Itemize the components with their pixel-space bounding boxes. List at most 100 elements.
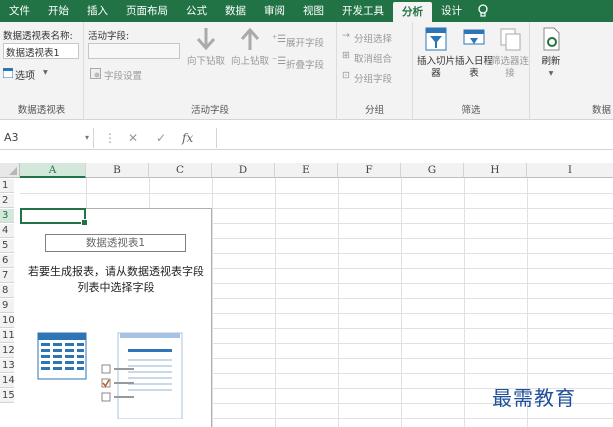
column-header-h[interactable]: H bbox=[464, 163, 527, 178]
watermark-text: 最需教育 bbox=[492, 386, 576, 410]
ungroup-icon: ⊞ bbox=[342, 50, 350, 61]
active-field-input[interactable] bbox=[88, 43, 180, 59]
column-header-e[interactable]: E bbox=[275, 163, 338, 178]
ungroup-label: 取消组合 bbox=[354, 54, 393, 65]
tab-formulas[interactable]: 公式 bbox=[177, 0, 216, 22]
refresh-dropdown-icon: ▾ bbox=[548, 68, 554, 79]
group-filter: 插入切片器 插入日程表 筛选器连接 筛选 bbox=[413, 22, 530, 120]
insert-slicer-label: 插入切片器 bbox=[416, 56, 455, 79]
field-settings-label: 字段设置 bbox=[104, 71, 143, 82]
group-label-pivottable: 数据透视表 bbox=[17, 105, 66, 116]
cancel-icon[interactable]: ✕ bbox=[128, 128, 138, 148]
row-header-4[interactable]: 4 bbox=[0, 224, 14, 238]
drill-down-button[interactable]: 向下钻取 bbox=[186, 26, 226, 68]
collapse-field-icon: ⁻☰ bbox=[272, 56, 287, 67]
tab-insert[interactable]: 插入 bbox=[78, 0, 117, 22]
tab-data[interactable]: 数据 bbox=[216, 0, 255, 22]
ribbon-tab-bar: 文件 开始 插入 页面布局 公式 数据 审阅 视图 开发工具 分析 设计 bbox=[0, 0, 613, 22]
row-header-12[interactable]: 12 bbox=[0, 344, 15, 358]
column-header-c[interactable]: C bbox=[149, 163, 212, 178]
row-header-8[interactable]: 8 bbox=[0, 284, 14, 298]
pivot-name-label: 数据透视表名称: bbox=[3, 31, 73, 42]
refresh-button[interactable]: 刷新 ▾ bbox=[534, 26, 568, 80]
pivottable-illustration-icon bbox=[37, 332, 183, 419]
formula-input[interactable] bbox=[216, 128, 613, 148]
formula-bar-grip-icon: ⋮ bbox=[104, 131, 116, 145]
insert-timeline-button[interactable]: 插入日程表 bbox=[454, 26, 494, 80]
options-dropdown-icon: ▾ bbox=[43, 67, 48, 78]
name-box-dropdown-icon[interactable]: ▾ bbox=[85, 128, 89, 148]
enter-icon[interactable]: ✓ bbox=[156, 128, 166, 148]
drill-down-label: 向下钻取 bbox=[186, 56, 225, 67]
group-field-button[interactable]: ⊡ 分组字段 bbox=[342, 70, 412, 85]
column-header-d[interactable]: D bbox=[212, 163, 275, 178]
collapse-field-label: 折叠字段 bbox=[286, 60, 325, 71]
lightbulb-icon[interactable] bbox=[477, 4, 489, 18]
expand-field-label: 展开字段 bbox=[286, 38, 325, 49]
group-label-active-field: 活动字段 bbox=[190, 105, 229, 116]
group-data: 刷新 ▾ 数据 bbox=[530, 22, 613, 120]
group-selection-button[interactable]: → 分组选择 bbox=[342, 30, 412, 45]
group-label-filter: 筛选 bbox=[461, 105, 481, 116]
tab-analyze[interactable]: 分析 bbox=[393, 2, 432, 22]
expand-field-button[interactable]: ⁺☰ 展开字段 bbox=[272, 34, 336, 49]
tab-view[interactable]: 视图 bbox=[294, 0, 333, 22]
tab-design[interactable]: 设计 bbox=[432, 0, 471, 22]
pivottable-instructions: 若要生成报表，请从数据透视表字段列表中选择字段 bbox=[28, 265, 204, 294]
group-selection-icon: → bbox=[342, 30, 350, 41]
insert-slicer-button[interactable]: 插入切片器 bbox=[416, 26, 456, 80]
row-header-13[interactable]: 13 bbox=[0, 359, 15, 373]
timeline-icon bbox=[463, 29, 485, 45]
filter-connections-icon bbox=[500, 28, 521, 51]
column-header-g[interactable]: G bbox=[401, 163, 464, 178]
filter-connections-button[interactable]: 筛选器连接 bbox=[491, 26, 529, 80]
insert-timeline-label: 插入日程表 bbox=[454, 56, 493, 79]
group-field-icon: ⊡ bbox=[342, 70, 350, 81]
pivottable-placeholder[interactable]: 数据透视表1 若要生成报表，请从数据透视表字段列表中选择字段 bbox=[20, 208, 212, 427]
row-header-3[interactable]: 3 bbox=[0, 209, 14, 223]
pivottable-title: 数据透视表1 bbox=[45, 234, 186, 252]
tab-developer[interactable]: 开发工具 bbox=[333, 0, 393, 22]
tab-home[interactable]: 开始 bbox=[39, 0, 78, 22]
row-header-14[interactable]: 14 bbox=[0, 374, 15, 388]
row-header-11[interactable]: 11 bbox=[0, 329, 15, 343]
row-header-6[interactable]: 6 bbox=[0, 254, 14, 268]
options-button[interactable]: 选项 ▾ bbox=[3, 66, 73, 82]
row-header-15[interactable]: 15 bbox=[0, 389, 15, 403]
column-header-a[interactable]: A bbox=[20, 163, 86, 178]
pivot-name-input[interactable]: 数据透视表1 bbox=[3, 43, 79, 59]
tab-file[interactable]: 文件 bbox=[0, 0, 39, 22]
field-settings-icon bbox=[90, 68, 101, 79]
field-settings-button[interactable]: 字段设置 bbox=[90, 67, 180, 82]
column-header-i[interactable]: I bbox=[527, 163, 613, 178]
group-field-label: 分组字段 bbox=[354, 74, 393, 85]
drill-up-label: 向上钻取 bbox=[230, 56, 269, 67]
name-box[interactable]: A3 ▾ bbox=[0, 128, 94, 148]
row-header-2[interactable]: 2 bbox=[0, 194, 14, 208]
group-label-group: 分组 bbox=[364, 105, 384, 116]
collapse-field-button[interactable]: ⁻☰ 折叠字段 bbox=[272, 56, 336, 71]
options-icon bbox=[3, 68, 13, 78]
drill-up-arrow-icon bbox=[240, 27, 260, 50]
row-header-1[interactable]: 1 bbox=[0, 179, 14, 193]
insert-function-icon[interactable]: fx bbox=[182, 128, 193, 148]
options-label: 选项 bbox=[15, 71, 35, 82]
tab-page-layout[interactable]: 页面布局 bbox=[117, 0, 177, 22]
pivot-name-value: 数据透视表1 bbox=[6, 48, 60, 59]
drill-up-button[interactable]: 向上钻取 bbox=[230, 26, 270, 68]
slicer-icon bbox=[425, 27, 447, 51]
column-header-b[interactable]: B bbox=[86, 163, 149, 178]
column-header-f[interactable]: F bbox=[338, 163, 401, 178]
group-selection-label: 分组选择 bbox=[354, 34, 393, 45]
active-cell-a3[interactable] bbox=[20, 208, 88, 226]
row-header-9[interactable]: 9 bbox=[0, 299, 14, 313]
row-header-5[interactable]: 5 bbox=[0, 239, 14, 253]
select-all-corner[interactable] bbox=[0, 163, 20, 178]
row-header-10[interactable]: 10 bbox=[0, 314, 15, 328]
ungroup-button[interactable]: ⊞ 取消组合 bbox=[342, 50, 412, 65]
refresh-icon bbox=[543, 27, 560, 51]
name-box-value: A3 bbox=[4, 131, 19, 144]
ribbon-analyze: 数据透视表名称: 数据透视表1 选项 ▾ 数据透视表 活动字段: 字段设置 向下… bbox=[0, 22, 613, 120]
tab-review[interactable]: 审阅 bbox=[255, 0, 294, 22]
row-header-7[interactable]: 7 bbox=[0, 269, 14, 283]
